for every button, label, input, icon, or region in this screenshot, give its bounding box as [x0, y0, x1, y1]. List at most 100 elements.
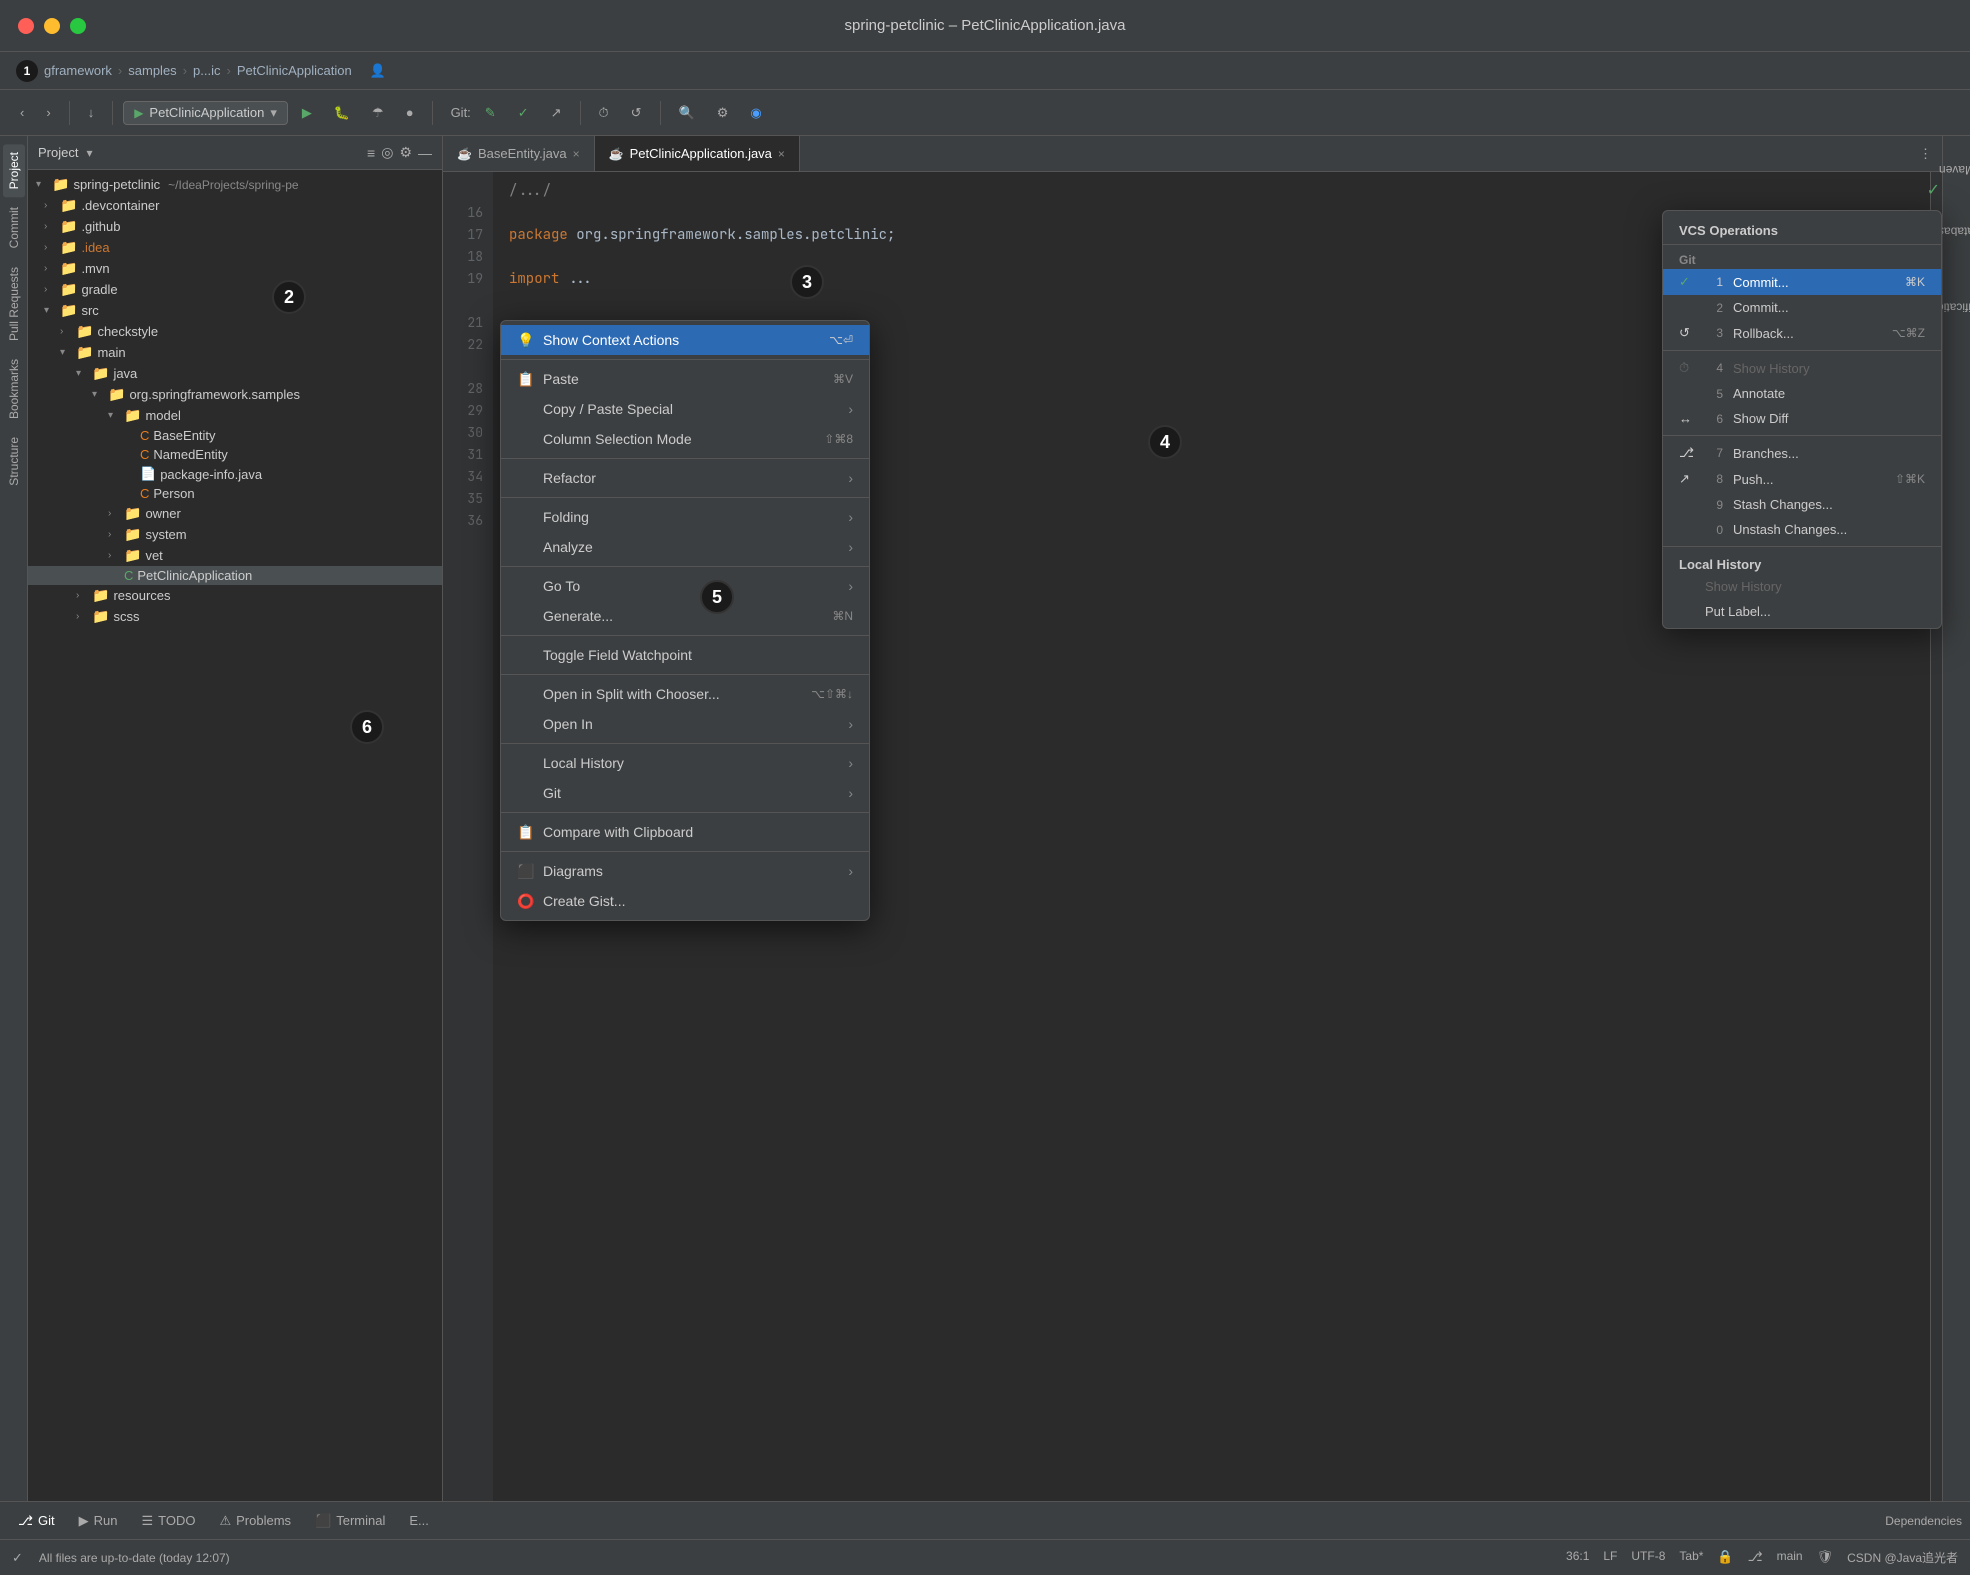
breadcrumb-item-3[interactable]: PetClinicApplication	[237, 63, 352, 78]
bottom-tab-run[interactable]: ▶ Run	[69, 1509, 128, 1533]
vcs-item-put-label[interactable]: Put Label...	[1663, 599, 1941, 624]
tree-item-person[interactable]: › C Person	[28, 484, 442, 503]
back-button[interactable]: ‹	[12, 101, 32, 124]
settings-button[interactable]: ⚙	[709, 101, 737, 125]
sidebar-tab-project[interactable]: Project	[3, 144, 25, 197]
menu-item-column-selection[interactable]: Column Selection Mode ⇧⌘8	[501, 424, 869, 454]
menu-item-toggle-watchpoint[interactable]: Toggle Field Watchpoint	[501, 640, 869, 670]
tree-item-resources[interactable]: › 📁 resources	[28, 585, 442, 606]
menu-item-show-context-actions[interactable]: 💡 Show Context Actions ⌥⏎	[501, 325, 869, 355]
vcs-item-stash[interactable]: 9 Stash Changes...	[1663, 492, 1941, 517]
project-settings-button[interactable]: ⚙	[399, 144, 412, 161]
breadcrumb-item-0[interactable]: gframework	[44, 63, 112, 78]
tree-item[interactable]: › 📁 .devcontainer	[28, 195, 442, 216]
run-config-selector[interactable]: ▶ PetClinicApplication ▾	[123, 101, 288, 125]
vcs-item-unstash[interactable]: 0 Unstash Changes...	[1663, 517, 1941, 542]
menu-item-open-in[interactable]: Open In ›	[501, 709, 869, 739]
git-check-button[interactable]: ✓	[510, 101, 537, 125]
branch-name[interactable]: main	[1777, 1549, 1803, 1566]
menu-item-open-split[interactable]: Open in Split with Chooser... ⌥⇧⌘↓	[501, 679, 869, 709]
menu-item-local-history[interactable]: Local History ›	[501, 748, 869, 778]
right-tab-maven[interactable]: Maven	[1930, 159, 1970, 181]
vcs-icon[interactable]: 👤	[370, 63, 386, 79]
vcs-item-rollback[interactable]: ↺ 3 Rollback... ⌥⌘Z	[1663, 320, 1941, 346]
git-edit-button[interactable]: ✎	[477, 101, 504, 125]
tree-item-petclinic-app[interactable]: › C PetClinicApplication	[28, 566, 442, 585]
tab-close-petclinic[interactable]: ×	[778, 147, 785, 161]
tree-item[interactable]: › 📁 .github	[28, 216, 442, 237]
vcs-item-commit2[interactable]: 2 Commit...	[1663, 295, 1941, 320]
coverage-button[interactable]: ☂	[364, 101, 392, 125]
tree-item[interactable]: › 📁 .idea	[28, 237, 442, 258]
encoding[interactable]: UTF-8	[1631, 1549, 1665, 1566]
bottom-tab-todo[interactable]: ☰ TODO	[131, 1509, 205, 1533]
sidebar-tab-pullreq[interactable]: Pull Requests	[3, 259, 25, 349]
minimize-button[interactable]	[44, 18, 60, 34]
run-button[interactable]: ▶	[294, 101, 320, 125]
tree-item-namedentity[interactable]: › C NamedEntity	[28, 445, 442, 464]
tree-item-org[interactable]: ▾ 📁 org.springframework.samples	[28, 384, 442, 405]
vcs-item-show-diff[interactable]: ↔ 6 Show Diff	[1663, 406, 1941, 431]
close-panel-button[interactable]: —	[418, 144, 432, 161]
bottom-tab-problems[interactable]: ⚠ Problems	[209, 1509, 301, 1533]
menu-item-analyze[interactable]: Analyze ›	[501, 532, 869, 562]
tree-item-model[interactable]: ▾ 📁 model	[28, 405, 442, 426]
indent-mode[interactable]: Tab*	[1679, 1549, 1703, 1566]
close-button[interactable]	[18, 18, 34, 34]
menu-item-copy-paste-special[interactable]: Copy / Paste Special ›	[501, 394, 869, 424]
menu-item-goto[interactable]: Go To ›	[501, 571, 869, 601]
vcs-item-branches[interactable]: ⎇ 7 Branches...	[1663, 440, 1941, 466]
vcs-item-show-history[interactable]: ⏱ 4 Show History	[1663, 355, 1941, 381]
tree-item-baseentity[interactable]: › C BaseEntity	[28, 426, 442, 445]
tab-close-baseentity[interactable]: ×	[573, 147, 580, 161]
sidebar-tab-bookmarks[interactable]: Bookmarks	[3, 351, 25, 427]
rollback-button[interactable]: ↺	[623, 101, 650, 125]
tree-root[interactable]: ▾ 📁 spring-petclinic ~/IdeaProjects/spri…	[28, 174, 442, 195]
profile-button[interactable]: ●	[398, 101, 422, 124]
menu-item-git[interactable]: Git ›	[501, 778, 869, 808]
sidebar-tab-structure[interactable]: Structure	[3, 429, 25, 494]
menu-item-create-gist[interactable]: ⭕ Create Gist...	[501, 886, 869, 916]
menu-item-refactor[interactable]: Refactor ›	[501, 463, 869, 493]
tree-item[interactable]: › 📁 .mvn	[28, 258, 442, 279]
history-button[interactable]: ⏱	[591, 101, 617, 125]
git-push-button[interactable]: ↗	[543, 101, 570, 125]
bottom-tab-extra[interactable]: E...	[399, 1509, 439, 1532]
vcs-item-commit[interactable]: ✓ 1 Commit... ⌘K	[1663, 269, 1941, 295]
tree-item[interactable]: › 📁 gradle	[28, 279, 442, 300]
tab-baseentity[interactable]: ☕ BaseEntity.java ×	[443, 136, 595, 171]
breadcrumb-item-1[interactable]: samples	[128, 63, 176, 78]
tree-item[interactable]: › 📁 checkstyle	[28, 321, 442, 342]
tree-item-system[interactable]: › 📁 system	[28, 524, 442, 545]
tree-item-owner[interactable]: › 📁 owner	[28, 503, 442, 524]
bottom-tab-terminal[interactable]: ⬛ Terminal	[305, 1509, 395, 1533]
menu-item-paste[interactable]: 📋 Paste ⌘V	[501, 364, 869, 394]
tab-petclinic-app[interactable]: ☕ PetClinicApplication.java ×	[595, 136, 800, 171]
fullscreen-button[interactable]	[70, 18, 86, 34]
vcs-item-push[interactable]: ↗ 8 Push... ⇧⌘K	[1663, 466, 1941, 492]
menu-item-folding[interactable]: Folding ›	[501, 502, 869, 532]
vcs-item-show-local-history[interactable]: Show History	[1663, 574, 1941, 599]
menu-item-compare-clipboard[interactable]: 📋 Compare with Clipboard	[501, 817, 869, 847]
tree-item-vet[interactable]: › 📁 vet	[28, 545, 442, 566]
search-button[interactable]: 🔍	[671, 101, 703, 125]
vcs-item-annotate[interactable]: 5 Annotate	[1663, 381, 1941, 406]
plugins-button[interactable]: ◉	[742, 101, 769, 125]
tree-item-scss[interactable]: › 📁 scss	[28, 606, 442, 627]
locate-file-button[interactable]: ◎	[381, 144, 393, 161]
collapse-all-button[interactable]: ≡	[367, 144, 375, 161]
tree-item-package-info[interactable]: › 📄 package-info.java	[28, 464, 442, 484]
menu-item-generate[interactable]: Generate... ⌘N	[501, 601, 869, 631]
line-separator[interactable]: LF	[1603, 1549, 1617, 1566]
tree-item-src[interactable]: ▾ 📁 src	[28, 300, 442, 321]
menu-item-diagrams[interactable]: ⬛ Diagrams ›	[501, 856, 869, 886]
project-type-dropdown[interactable]: ▾	[86, 146, 92, 160]
vcs-update-button[interactable]: ↓	[80, 101, 103, 124]
tree-item-main[interactable]: ▾ 📁 main	[28, 342, 442, 363]
cursor-position[interactable]: 36:1	[1566, 1549, 1589, 1566]
forward-button[interactable]: ›	[38, 101, 58, 124]
bottom-tab-git[interactable]: ⎇ Git	[8, 1509, 65, 1533]
tree-item-java[interactable]: ▾ 📁 java	[28, 363, 442, 384]
sidebar-tab-commit[interactable]: Commit	[3, 199, 25, 256]
breadcrumb-item-2[interactable]: p...ic	[193, 63, 220, 78]
